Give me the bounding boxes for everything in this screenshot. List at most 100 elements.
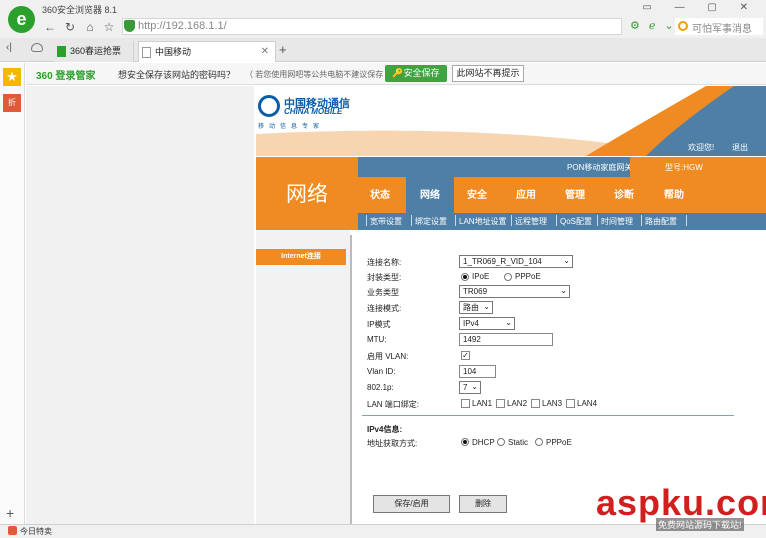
submenu-qos[interactable]: QoS配置: [560, 216, 592, 227]
encap-pppoe-radio[interactable]: [504, 273, 512, 281]
tab-label: 中国移动: [155, 47, 192, 57]
lan3-label: LAN3: [542, 399, 563, 408]
p8021-value: 7: [463, 383, 468, 392]
service-select[interactable]: TR069 ⌄: [459, 285, 570, 298]
window-title: 360安全浏览器 8.1: [42, 5, 118, 15]
submenu-lan-address[interactable]: LAN地址设置: [459, 216, 507, 227]
browser-sidebar: [0, 63, 25, 525]
addr-static-label: Static: [508, 438, 529, 447]
addr-pppoe-label: PPPoE: [546, 438, 572, 447]
submenu-remote[interactable]: 远程管理: [515, 216, 547, 227]
delete-button[interactable]: 删除: [459, 495, 507, 513]
home-icon[interactable]: ⌂: [82, 19, 98, 35]
menu-apps[interactable]: 应用: [502, 177, 550, 213]
safe-save-button[interactable]: 🔑安全保存: [385, 65, 447, 82]
save-password-hint: （ 若您使用网吧等公共电脑不建议保存 ）: [245, 70, 394, 79]
vlan-enable-checkbox[interactable]: ✓: [461, 351, 470, 360]
address-tools-icon[interactable]: ⚙ ℯ ⌄: [630, 19, 677, 32]
logout-link[interactable]: 退出: [732, 142, 748, 153]
deals-icon[interactable]: [8, 526, 17, 535]
favorite-star-icon[interactable]: ☆: [101, 19, 117, 35]
submenu-separator: [511, 215, 512, 226]
tab-page-icon: [142, 47, 151, 58]
encap-pppoe-label: PPPoE: [515, 272, 541, 281]
conn-mode-value: 路由: [463, 303, 479, 312]
device-model: 型号:HGW: [665, 163, 703, 172]
ip-mode-label: IP模式: [367, 320, 391, 329]
lan2-checkbox[interactable]: [496, 399, 505, 408]
encap-ipoe-radio[interactable]: [461, 273, 469, 281]
status-text[interactable]: 今日特卖: [20, 526, 52, 537]
menu-security[interactable]: 安全: [453, 177, 501, 213]
addr-dhcp-label: DHCP: [472, 438, 495, 447]
form-divider: [362, 415, 734, 416]
menu-network[interactable]: 网络: [406, 177, 454, 213]
status-bar: [0, 524, 766, 538]
submenu-binding[interactable]: 绑定设置: [415, 216, 447, 227]
service-label: 业务类型: [367, 288, 399, 297]
lan4-checkbox[interactable]: [566, 399, 575, 408]
logo-slogan: 移动信息专家: [258, 124, 325, 130]
vlan-id-input[interactable]: 104: [459, 365, 496, 378]
submenu-separator: [366, 215, 367, 226]
addr-mode-label: 地址获取方式:: [367, 439, 418, 448]
lan2-label: LAN2: [507, 399, 528, 408]
menu-help[interactable]: 帮助: [650, 177, 698, 213]
close-tab-icon[interactable]: ✕: [261, 42, 269, 62]
router-side-column: [256, 230, 350, 524]
addr-pppoe-radio[interactable]: [535, 438, 543, 446]
lan-bind-label: LAN 端口绑定:: [367, 400, 420, 409]
ip-mode-value: IPv4: [463, 319, 480, 328]
logo-en: CHINA MOBILE: [284, 107, 343, 116]
menu-status[interactable]: 状态: [356, 177, 404, 213]
safe-save-label: 安全保存: [403, 68, 440, 78]
ip-mode-select[interactable]: IPv4 ⌄: [459, 317, 515, 330]
submenu-separator: [641, 215, 642, 226]
page-blank-area: [26, 86, 254, 524]
tab-page-icon: [57, 46, 66, 57]
submenu-time[interactable]: 时间管理: [601, 216, 633, 227]
reload-icon[interactable]: ↻: [62, 19, 78, 35]
window-controls[interactable]: ▭ ― ▢ ✕: [642, 2, 758, 13]
add-sidebar-icon[interactable]: +: [6, 505, 14, 521]
submenu-routing[interactable]: 路由配置: [645, 216, 677, 227]
address-url[interactable]: http://192.168.1.1/: [138, 20, 227, 32]
lan1-checkbox[interactable]: [461, 399, 470, 408]
search-engine-icon: [678, 21, 688, 31]
menu-manage[interactable]: 管理: [551, 177, 599, 213]
mtu-label: MTU:: [367, 335, 387, 344]
lan3-checkbox[interactable]: [531, 399, 540, 408]
tab-china-mobile[interactable]: 中国移动 ✕: [138, 41, 276, 62]
menu-diagnose[interactable]: 诊断: [600, 177, 648, 213]
addr-dhcp-radio[interactable]: [461, 438, 469, 446]
back-icon[interactable]: ←: [42, 19, 58, 35]
submenu-separator: [597, 215, 598, 226]
p8021-select[interactable]: 7 ⌄: [459, 381, 481, 394]
conn-mode-select[interactable]: 路由 ⌄: [459, 301, 493, 314]
deals-gift-icon[interactable]: 折: [3, 94, 21, 112]
submenu-separator: [455, 215, 456, 226]
internet-connection-tab[interactable]: Internet连接: [256, 249, 346, 265]
lan4-label: LAN4: [577, 399, 598, 408]
cloud-icon[interactable]: [31, 43, 43, 52]
new-tab-icon[interactable]: +: [279, 42, 287, 57]
sidebar-toggle-icon[interactable]: ‹|: [6, 42, 12, 53]
chevron-down-icon: ⌄: [483, 302, 490, 311]
save-enable-button[interactable]: 保存/启用: [373, 495, 450, 513]
encap-ipoe-label: IPoE: [472, 272, 490, 281]
p8021-label: 802.1p:: [367, 383, 394, 392]
conn-name-select[interactable]: 1_TR069_R_VID_104 ⌄: [459, 255, 573, 268]
search-input[interactable]: 可怕军事消息: [692, 20, 752, 35]
tab-spring-tickets[interactable]: 360春运抢票: [54, 41, 134, 62]
submenu-separator: [686, 215, 687, 226]
browser-logo-icon[interactable]: e: [8, 6, 35, 33]
chevron-down-icon: ⌄: [471, 382, 478, 391]
addr-static-radio[interactable]: [497, 438, 505, 446]
encap-label: 封装类型:: [367, 273, 402, 282]
mtu-input[interactable]: 1492: [459, 333, 553, 346]
never-remind-button[interactable]: 此网站不再提示: [452, 65, 524, 82]
submenu-broadband[interactable]: 宽带设置: [370, 216, 402, 227]
china-mobile-logo-icon: [258, 95, 280, 117]
service-value: TR069: [463, 287, 488, 296]
favorites-star-icon[interactable]: ★: [3, 68, 21, 86]
